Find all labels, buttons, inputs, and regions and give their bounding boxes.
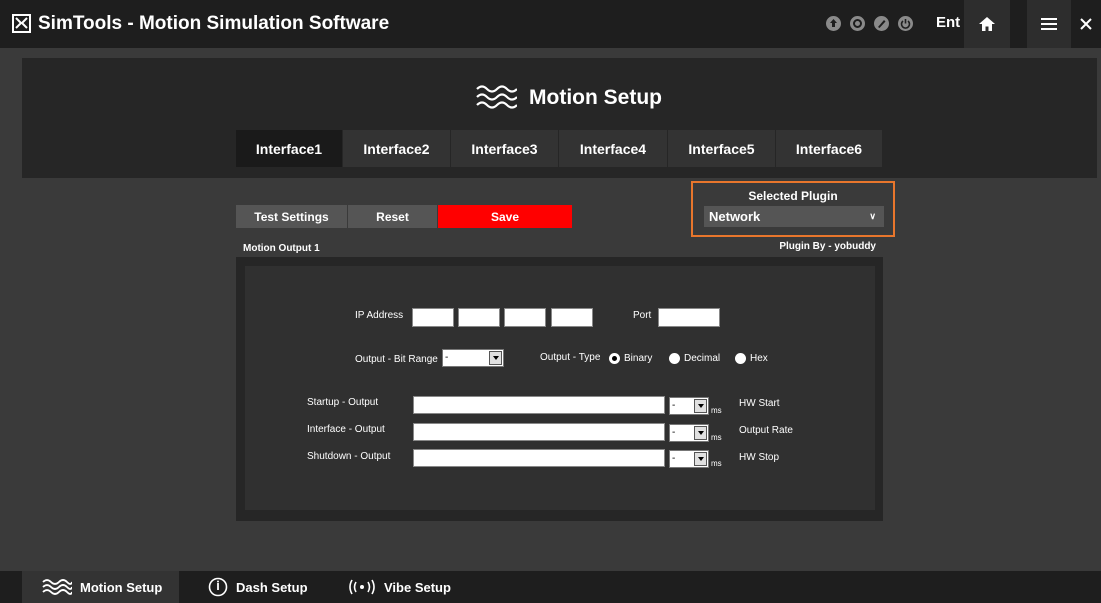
ip-octet-2-input[interactable] xyxy=(458,308,500,327)
edit-icon[interactable] xyxy=(874,16,889,31)
ip-octet-3-input[interactable] xyxy=(504,308,546,327)
ip-octet-4-input[interactable] xyxy=(551,308,593,327)
radio-hex[interactable] xyxy=(735,353,746,364)
shutdown-output-input[interactable] xyxy=(413,449,665,467)
hw-stop-label: HW Stop xyxy=(739,452,780,463)
radio-decimal[interactable] xyxy=(669,353,680,364)
startup-ms-dropdown[interactable]: - xyxy=(669,397,709,415)
ip-octet-1-input[interactable] xyxy=(412,308,454,327)
simtools-logo-icon xyxy=(12,14,31,33)
interface-output-label: Interface - Output xyxy=(307,424,385,435)
plugin-value: Network xyxy=(709,209,761,224)
radio-decimal-label: Decimal xyxy=(684,353,721,364)
vibration-icon xyxy=(349,579,375,595)
plugin-label: Selected Plugin xyxy=(748,189,838,203)
interface-tabs: Interface1 Interface2 Interface3 Interfa… xyxy=(236,130,883,167)
plugin-author: Plugin By - yobuddy xyxy=(779,241,876,252)
nav-motion-setup[interactable]: Motion Setup xyxy=(22,571,179,603)
nav-dash-setup-label: Dash Setup xyxy=(236,579,308,595)
waves-icon xyxy=(476,85,517,109)
save-button[interactable]: Save xyxy=(438,205,572,228)
menu-icon xyxy=(1041,18,1057,30)
power-icon[interactable] xyxy=(898,16,913,31)
chevron-down-icon xyxy=(694,426,707,440)
radio-binary[interactable] xyxy=(609,353,620,364)
home-icon xyxy=(979,17,995,31)
bottom-nav: Motion Setup Dash Setup Vibe Setup xyxy=(0,571,1101,603)
tab-interface5[interactable]: Interface5 xyxy=(668,130,776,167)
plugin-dropdown[interactable]: Network ∨ xyxy=(704,206,884,227)
close-button[interactable] xyxy=(1071,0,1101,48)
tab-interface4[interactable]: Interface4 xyxy=(559,130,668,167)
output-type-label: Output - Type xyxy=(540,352,601,363)
shutdown-output-label: Shutdown - Output xyxy=(307,451,391,462)
interface-ms-value: - xyxy=(672,427,676,438)
app-title: SimTools - Motion Simulation Software xyxy=(38,13,390,34)
upload-icon[interactable] xyxy=(826,16,841,31)
language-selector[interactable]: Ent xyxy=(936,14,960,31)
hw-start-label: HW Start xyxy=(739,398,780,409)
home-button[interactable] xyxy=(964,0,1010,48)
interface-ms-unit: ms xyxy=(711,433,722,442)
waves-icon xyxy=(42,579,72,595)
tab-interface1[interactable]: Interface1 xyxy=(236,130,343,167)
radio-hex-label: Hex xyxy=(750,353,768,364)
nav-dash-setup[interactable]: Dash Setup xyxy=(208,571,328,603)
test-settings-button[interactable]: Test Settings xyxy=(236,205,347,228)
menu-button[interactable] xyxy=(1027,0,1071,48)
close-icon xyxy=(1080,18,1092,30)
page-title: Motion Setup xyxy=(529,86,662,109)
interface-ms-dropdown[interactable]: - xyxy=(669,424,709,442)
startup-ms-unit: ms xyxy=(711,406,722,415)
port-label: Port xyxy=(633,310,652,321)
shutdown-ms-unit: ms xyxy=(711,459,722,468)
tab-interface6[interactable]: Interface6 xyxy=(776,130,883,167)
ip-address-label: IP Address xyxy=(355,310,404,321)
section-title: Motion Output 1 xyxy=(243,243,320,254)
output-panel-inner xyxy=(245,266,875,510)
chevron-down-icon xyxy=(694,399,707,413)
gauge-icon xyxy=(208,577,228,597)
bit-range-dropdown[interactable]: - xyxy=(442,349,504,367)
shutdown-ms-dropdown[interactable]: - xyxy=(669,450,709,468)
settings-icon[interactable] xyxy=(850,16,865,31)
nav-motion-setup-label: Motion Setup xyxy=(80,579,163,595)
bit-range-label: Output - Bit Range xyxy=(355,354,438,365)
startup-output-input[interactable] xyxy=(413,396,665,414)
chevron-down-icon xyxy=(694,452,707,466)
chevron-down-icon xyxy=(489,351,502,365)
tab-interface2[interactable]: Interface2 xyxy=(343,130,451,167)
chevron-down-icon: ∨ xyxy=(869,211,876,221)
nav-vibe-setup[interactable]: Vibe Setup xyxy=(348,571,478,603)
shutdown-ms-value: - xyxy=(672,453,676,464)
port-input[interactable] xyxy=(658,308,720,327)
tab-interface3[interactable]: Interface3 xyxy=(451,130,559,167)
startup-ms-value: - xyxy=(672,400,676,411)
radio-binary-label: Binary xyxy=(624,353,653,364)
nav-vibe-setup-label: Vibe Setup xyxy=(384,579,451,595)
reset-button[interactable]: Reset xyxy=(348,205,437,228)
output-rate-label: Output Rate xyxy=(739,425,793,436)
startup-output-label: Startup - Output xyxy=(307,397,379,408)
plugin-selector-box: Selected Plugin Network ∨ xyxy=(691,181,895,237)
title-bar: SimTools - Motion Simulation Software En… xyxy=(0,0,1101,48)
interface-output-input[interactable] xyxy=(413,423,665,441)
bit-range-value: - xyxy=(445,352,449,363)
